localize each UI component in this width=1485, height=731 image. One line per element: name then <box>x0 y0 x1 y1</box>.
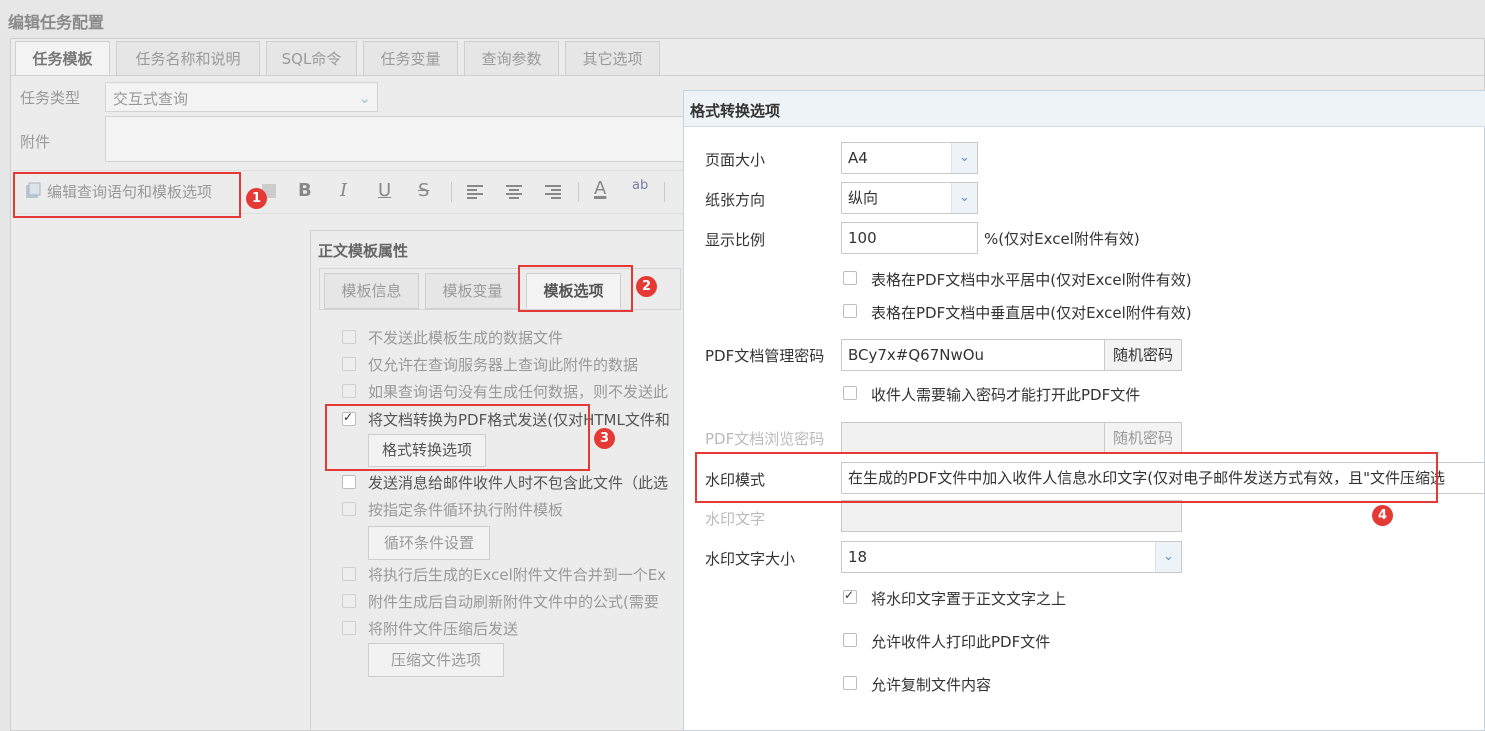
orientation-select[interactable]: 纵向 ⌄ <box>841 182 978 214</box>
underline-icon[interactable]: U <box>378 180 391 201</box>
option-label: 如果查询语句没有生成任何数据，则不发送此 <box>368 383 669 401</box>
chevron-down-icon: ⌄ <box>951 183 977 213</box>
tab-template-vars[interactable]: 模板变量 <box>425 273 520 309</box>
loop-condition-button[interactable]: 循环条件设置 <box>368 526 490 560</box>
scale-input[interactable]: 100 <box>841 222 978 254</box>
window-title: 编辑任务配置 <box>0 0 1485 36</box>
tab-sql[interactable]: SQL命令 <box>266 41 357 76</box>
option-checkbox[interactable] <box>342 621 356 635</box>
random-pw-button[interactable]: 随机密码 <box>1104 339 1182 371</box>
page-size-value: A4 <box>848 149 868 167</box>
chevron-down-icon: ⌄ <box>358 89 371 107</box>
option-label: 仅允许在查询服务器上查询此附件的数据 <box>368 356 639 374</box>
task-type-label: 任务类型 <box>20 89 81 107</box>
option-label: 发送消息给邮件收件人时不包含此文件（此选 <box>368 474 669 492</box>
annotation-badge: 4 <box>1372 505 1393 526</box>
task-type-select[interactable]: 交互式查询 ⌄ <box>105 82 378 112</box>
align-right-icon[interactable] <box>545 185 561 199</box>
option-checkbox[interactable] <box>342 357 356 371</box>
option-checkbox[interactable] <box>342 475 356 489</box>
allow-print-label: 允许收件人打印此PDF文件 <box>871 633 1051 651</box>
tab-query-params[interactable]: 查询参数 <box>464 41 559 76</box>
annotation-box <box>13 172 241 218</box>
chevron-down-icon: ⌄ <box>1155 542 1181 572</box>
watermark-size-value: 18 <box>848 548 868 566</box>
body-template-title: 正文模板属性 <box>318 242 409 260</box>
highlight-icon[interactable]: ab <box>632 178 648 193</box>
option-checkbox[interactable] <box>342 567 356 581</box>
scale-label: 显示比例 <box>705 231 766 249</box>
require-pw-checkbox[interactable] <box>843 386 857 400</box>
view-pw-label: PDF文档浏览密码 <box>705 430 825 448</box>
italic-icon[interactable]: I <box>340 180 347 201</box>
annotation-badge: 3 <box>594 428 615 449</box>
toolbar-separator <box>664 182 665 202</box>
watermark-size-select[interactable]: 18 ⌄ <box>841 541 1182 573</box>
annotation-box <box>325 404 590 471</box>
bold-icon[interactable]: B <box>298 180 312 201</box>
page-size-label: 页面大小 <box>705 151 766 169</box>
attachment-field[interactable] <box>105 116 685 162</box>
tab-template-info[interactable]: 模板信息 <box>324 273 419 309</box>
require-pw-label: 收件人需要输入密码才能打开此PDF文件 <box>871 386 1141 404</box>
tab-task-vars[interactable]: 任务变量 <box>363 41 458 76</box>
tab-task-template[interactable]: 任务模板 <box>15 41 110 76</box>
option-checkbox[interactable] <box>342 384 356 398</box>
annotation-box <box>695 452 1438 503</box>
option-checkbox[interactable] <box>342 330 356 344</box>
center-h-label: 表格在PDF文档中水平居中(仅对Excel附件有效) <box>871 271 1192 289</box>
option-checkbox[interactable] <box>342 594 356 608</box>
option-label: 将附件文件压缩后发送 <box>368 620 519 638</box>
page-size-select[interactable]: A4 ⌄ <box>841 142 978 174</box>
tab-task-name[interactable]: 任务名称和说明 <box>116 41 260 76</box>
watermark-above-checkbox[interactable] <box>843 588 857 604</box>
center-h-checkbox[interactable] <box>843 271 857 285</box>
chevron-down-icon: ⌄ <box>951 143 977 173</box>
annotation-box <box>518 265 633 312</box>
scale-note: %(仅对Excel附件有效) <box>984 230 1140 248</box>
option-label: 附件生成后自动刷新附件文件中的公式(需要 <box>368 593 659 611</box>
align-left-icon[interactable] <box>467 185 483 199</box>
annotation-badge: 1 <box>246 188 267 209</box>
allow-copy-checkbox[interactable] <box>843 676 857 690</box>
task-type-value: 交互式查询 <box>113 90 189 108</box>
option-label: 将执行后生成的Excel附件文件合并到一个Ex <box>368 566 667 584</box>
format-dialog <box>683 90 1485 731</box>
option-checkbox[interactable] <box>342 502 356 516</box>
attachment-label: 附件 <box>20 133 51 151</box>
font-color-icon[interactable]: A <box>594 178 606 199</box>
orientation-label: 纸张方向 <box>705 191 766 209</box>
random-pw-button-2[interactable]: 随机密码 <box>1104 422 1182 454</box>
center-v-checkbox[interactable] <box>843 304 857 318</box>
option-label: 按指定条件循环执行附件模板 <box>368 501 564 519</box>
admin-pw-input[interactable]: BCy7x#Q67NwOu <box>841 339 1105 371</box>
option-label: 不发送此模板生成的数据文件 <box>368 329 564 347</box>
format-dialog-title: 格式转换选项 <box>684 91 1485 127</box>
toolbar-separator <box>451 182 452 202</box>
tab-divider <box>11 75 1485 76</box>
orientation-value: 纵向 <box>848 189 879 207</box>
watermark-size-label: 水印文字大小 <box>705 550 796 568</box>
strikethrough-icon[interactable]: S <box>418 180 429 201</box>
toolbar-separator <box>578 182 579 202</box>
annotation-badge: 2 <box>636 276 657 297</box>
center-v-label: 表格在PDF文档中垂直居中(仅对Excel附件有效) <box>871 304 1192 322</box>
tab-other-options[interactable]: 其它选项 <box>565 41 660 76</box>
compress-options-button[interactable]: 压缩文件选项 <box>368 643 504 677</box>
admin-pw-label: PDF文档管理密码 <box>705 347 825 365</box>
watermark-text-label: 水印文字 <box>705 510 766 528</box>
view-pw-input[interactable] <box>841 422 1105 454</box>
allow-print-checkbox[interactable] <box>843 633 857 647</box>
watermark-above-label: 将水印文字置于正文文字之上 <box>871 590 1067 608</box>
align-center-icon[interactable] <box>506 185 522 199</box>
watermark-text-input[interactable] <box>841 500 1182 532</box>
allow-copy-label: 允许复制文件内容 <box>871 676 992 694</box>
